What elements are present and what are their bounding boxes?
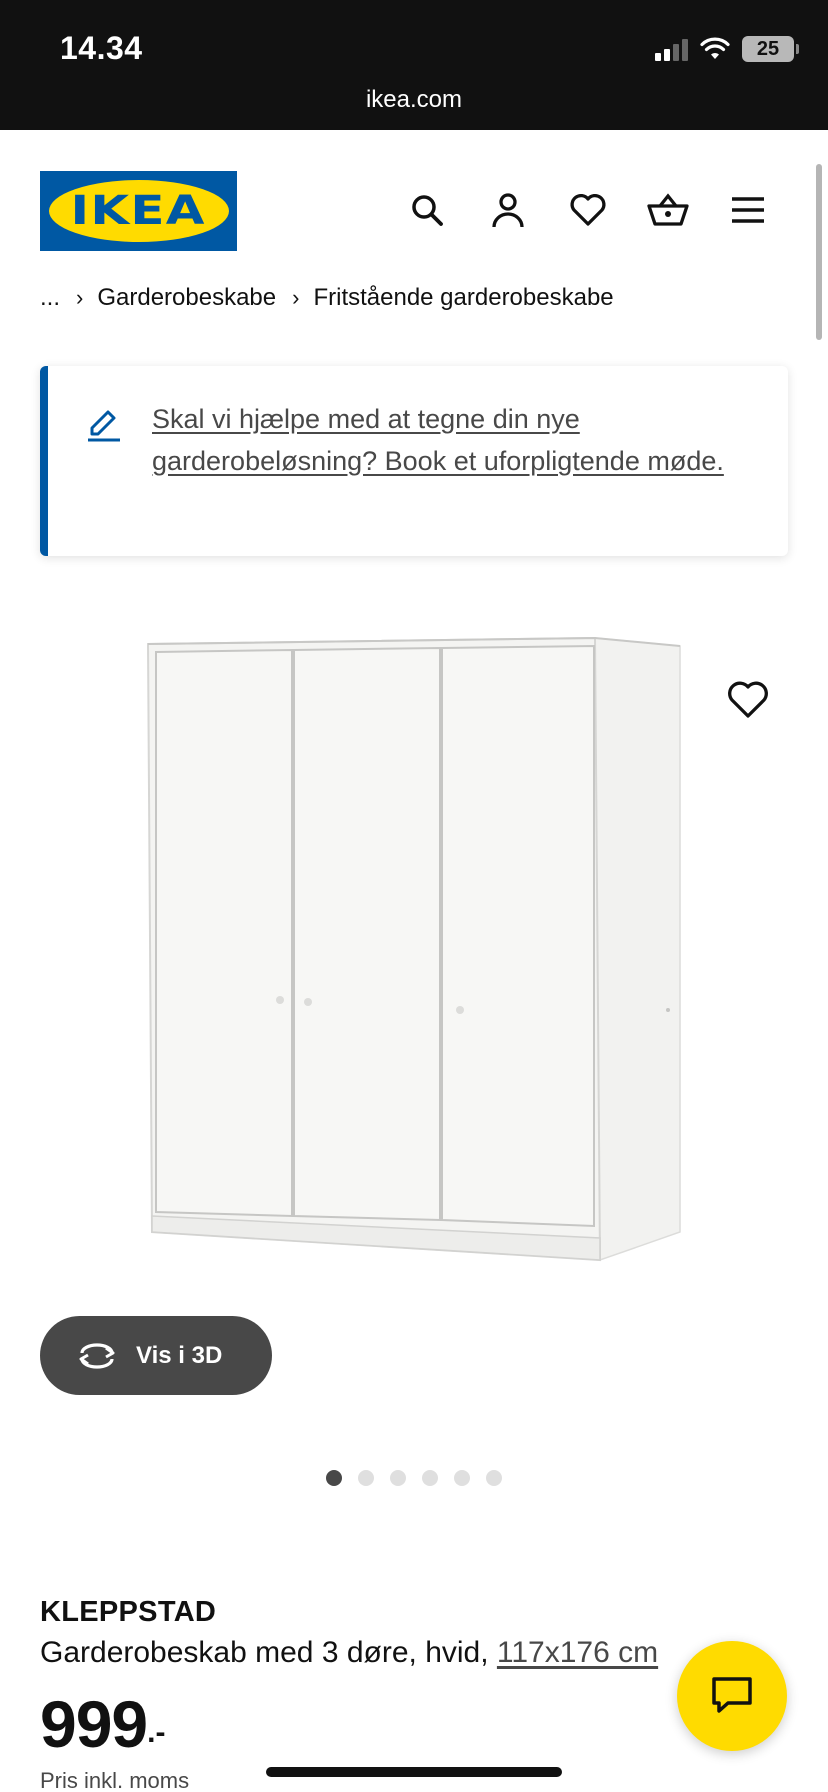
price-vat-note: Pris inkl. moms bbox=[40, 1768, 190, 1792]
product-price: 999 .- bbox=[40, 1686, 165, 1762]
basket-icon[interactable] bbox=[647, 189, 689, 231]
breadcrumb-ellipsis[interactable]: ... bbox=[40, 284, 60, 312]
image-carousel-dots bbox=[0, 1470, 828, 1486]
menu-icon[interactable] bbox=[727, 189, 769, 231]
breadcrumb-item-garderobeskabe[interactable]: Garderobeskabe bbox=[97, 284, 276, 312]
chevron-right-icon: › bbox=[292, 285, 300, 310]
status-time: 14.34 bbox=[60, 30, 143, 66]
carousel-dot[interactable] bbox=[390, 1470, 406, 1486]
breadcrumb: ... › Garderobeskabe › Fritstående garde… bbox=[40, 284, 614, 312]
carousel-dot[interactable] bbox=[486, 1470, 502, 1486]
status-bar: 14.34 25 ikea.com bbox=[0, 0, 828, 130]
ikea-logo[interactable]: IKEA bbox=[40, 171, 237, 251]
banner-link[interactable]: Skal vi hjælpe med at tegne din nye gard… bbox=[152, 398, 732, 482]
search-icon[interactable] bbox=[406, 189, 448, 231]
battery-icon: 25 bbox=[742, 36, 799, 62]
carousel-dot[interactable] bbox=[358, 1470, 374, 1486]
carousel-dot[interactable] bbox=[422, 1470, 438, 1486]
logo-text: IKEA bbox=[70, 188, 207, 234]
product-description-text: Garderobeskab med 3 døre, hvid, bbox=[40, 1636, 497, 1669]
scrollbar[interactable] bbox=[816, 164, 822, 340]
view-in-3d-button[interactable]: Vis i 3D bbox=[40, 1316, 272, 1395]
heart-icon[interactable] bbox=[567, 189, 609, 231]
product-size-link[interactable]: 117x176 cm bbox=[497, 1636, 658, 1669]
cellular-signal-icon bbox=[655, 37, 688, 61]
breadcrumb-item-fritstaende[interactable]: Fritstående garderobeskabe bbox=[313, 284, 613, 312]
logo-oval: IKEA bbox=[48, 180, 229, 242]
profile-icon[interactable] bbox=[487, 189, 529, 231]
rotate-3d-icon bbox=[79, 1342, 115, 1369]
add-to-favorites-heart-icon[interactable] bbox=[722, 674, 774, 726]
carousel-dot[interactable] bbox=[454, 1470, 470, 1486]
view-in-3d-label: Vis i 3D bbox=[136, 1341, 223, 1369]
chevron-right-icon: › bbox=[76, 285, 84, 310]
price-decimal: .- bbox=[147, 1716, 166, 1749]
status-icons: 25 bbox=[655, 36, 799, 62]
carousel-dot[interactable] bbox=[326, 1470, 342, 1486]
product-description: Garderobeskab med 3 døre, hvid, 117x176 … bbox=[40, 1636, 658, 1670]
wardrobe-planning-banner[interactable]: Skal vi hjælpe med at tegne din nye gard… bbox=[40, 366, 788, 556]
wifi-icon bbox=[700, 37, 730, 59]
pencil-icon bbox=[88, 410, 120, 442]
chat-button[interactable] bbox=[677, 1641, 787, 1751]
chat-bubble-icon bbox=[712, 1677, 752, 1713]
price-integer: 999 bbox=[40, 1687, 148, 1761]
home-indicator[interactable] bbox=[266, 1767, 562, 1777]
address-bar-url[interactable]: ikea.com bbox=[0, 86, 828, 114]
product-name: KLEPPSTAD bbox=[40, 1596, 217, 1628]
